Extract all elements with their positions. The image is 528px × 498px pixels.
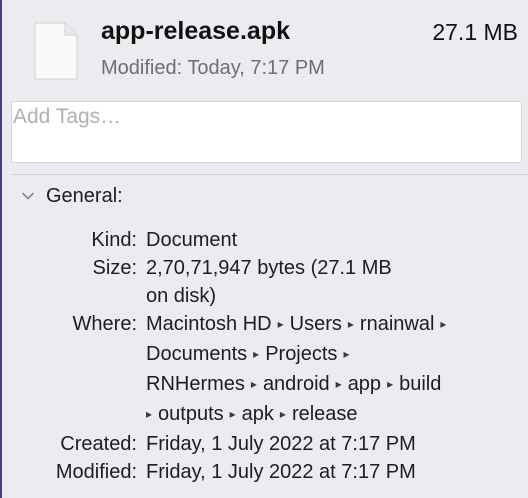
path-arrow-icon: ▸: [440, 317, 447, 331]
path-segment: Users: [289, 313, 342, 335]
path-segment: Projects: [265, 343, 338, 365]
size-label: Size:: [92, 257, 137, 279]
path-arrow-icon: ▸: [347, 317, 354, 331]
kind-value: Document: [146, 229, 238, 251]
path-segment: release: [291, 403, 358, 425]
path-arrow-icon: ▸: [279, 407, 286, 421]
modified-summary-value: Today, 7:17 PM: [187, 57, 325, 79]
path-segment: app: [347, 373, 382, 395]
created-value: Friday, 1 July 2022 at 7:17 PM: [146, 433, 416, 455]
where-row: Where: Macintosh HD ▸ Users ▸ rnainwal ▸ Docu…: [0, 310, 528, 430]
path-segment: rnainwal: [359, 313, 435, 335]
path-arrow-icon: ▸: [229, 407, 236, 421]
created-row: Created: Friday, 1 July 2022 at 7:17 PM: [0, 430, 528, 458]
path-arrow-icon: ▸: [335, 377, 342, 391]
where-path-line: RNHermes ▸ android ▸ app ▸ build: [146, 370, 510, 400]
general-info-table: Kind: Document Size: 2,70,71,947 bytes (…: [0, 226, 528, 486]
path-arrow-icon: ▸: [277, 317, 284, 331]
where-value: Macintosh HD ▸ Users ▸ rnainwal ▸ Documents ▸ P…: [146, 310, 510, 430]
modified-summary-label: Modified:: [101, 57, 183, 79]
size-value-line: on disk): [146, 285, 217, 307]
path-segment: apk: [241, 403, 274, 425]
path-arrow-icon: ▸: [343, 347, 350, 361]
where-path-line: Documents ▸ Projects ▸: [146, 340, 510, 370]
path-segment: Macintosh HD: [146, 313, 272, 335]
created-label: Created:: [60, 433, 137, 455]
general-section-title: General:: [46, 184, 123, 207]
file-name: app-release.apk: [101, 17, 290, 45]
file-size: 27.1 MB: [432, 19, 518, 45]
modified-row: Modified: Friday, 1 July 2022 at 7:17 PM: [0, 458, 528, 486]
chevron-down-icon[interactable]: [18, 186, 38, 206]
modified-summary: Modified: Today, 7:17 PM: [101, 57, 325, 80]
path-arrow-icon: ▸: [250, 377, 257, 391]
modified-value: Friday, 1 July 2022 at 7:17 PM: [146, 461, 416, 483]
path-segment: outputs: [158, 403, 224, 425]
size-row: Size: 2,70,71,947 bytes (27.1 MB on disk…: [0, 254, 528, 310]
path-segment: RNHermes: [146, 373, 245, 395]
path-segment: android: [262, 373, 330, 395]
path-segment: Documents: [146, 343, 248, 365]
path-arrow-icon: ▸: [387, 377, 394, 391]
general-section-toggle[interactable]: General:: [18, 183, 123, 209]
size-value: 2,70,71,947 bytes (27.1 MB on disk): [146, 254, 510, 310]
size-value-line: 2,70,71,947 bytes (27.1 MB: [146, 257, 392, 279]
where-label: Where:: [72, 313, 137, 335]
document-icon[interactable]: [34, 22, 78, 80]
tags-input[interactable]: [12, 102, 521, 129]
kind-row: Kind: Document: [0, 226, 528, 254]
where-path-line: ▸ outputs ▸ apk ▸ release: [146, 400, 510, 430]
section-divider: [10, 174, 528, 175]
modified-label: Modified:: [55, 461, 137, 483]
tags-field[interactable]: [11, 101, 522, 163]
path-segment: build: [399, 373, 442, 395]
path-arrow-icon: ▸: [253, 347, 260, 361]
where-path-line: Macintosh HD ▸ Users ▸ rnainwal ▸: [146, 310, 510, 340]
path-arrow-icon: ▸: [146, 407, 153, 421]
kind-label: Kind:: [91, 229, 137, 251]
